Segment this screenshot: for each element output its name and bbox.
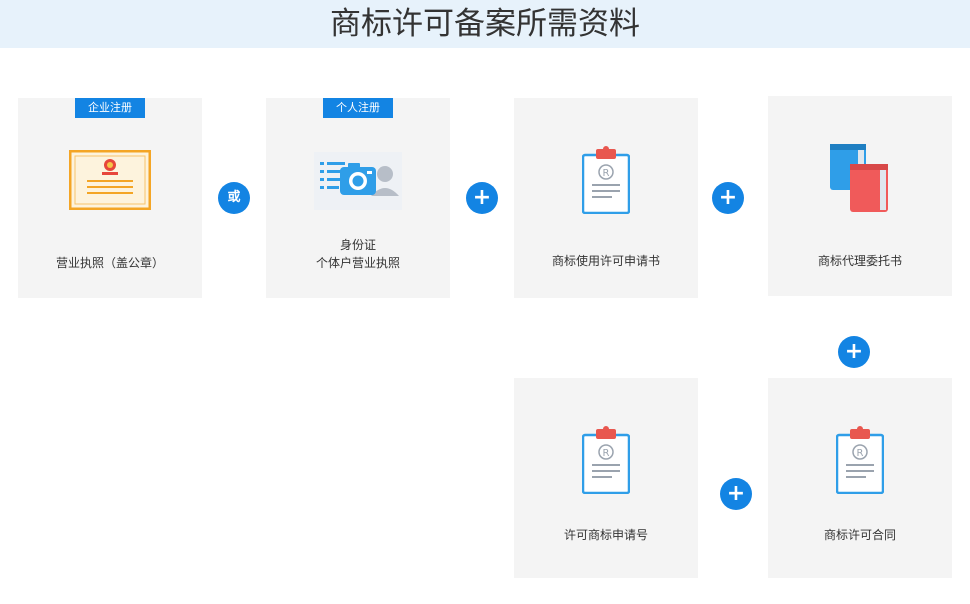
clipboard-icon: R <box>836 426 884 494</box>
label-license-contract: 商标许可合同 <box>823 528 896 542</box>
card-id-card[interactable]: 个人注册 身份证 个体户营业执照 <box>266 98 450 298</box>
books-icon <box>830 144 888 212</box>
plus-connector: + <box>838 336 870 368</box>
card-business-license[interactable]: 企业注册 营业执照（盖公章） <box>18 98 202 298</box>
label-business-license: 营业执照（盖公章） <box>55 256 164 270</box>
svg-text:R: R <box>857 448 864 459</box>
svg-text:R: R <box>603 448 610 459</box>
label-power-of-attorney: 商标代理委托书 <box>817 254 902 268</box>
label-id-card: 身份证 <box>339 238 376 252</box>
svg-text:R: R <box>603 168 610 179</box>
tag-enterprise-registration: 企业注册 <box>75 98 145 118</box>
plus-connector: + <box>720 478 752 510</box>
certificate-icon <box>69 150 151 210</box>
id-camera-icon <box>314 152 402 210</box>
clipboard-icon: R <box>582 426 630 494</box>
label-individual-business-license: 个体户营业执照 <box>315 256 400 270</box>
clipboard-icon: R <box>582 146 630 214</box>
card-power-of-attorney[interactable]: 商标代理委托书 <box>768 96 952 296</box>
plus-connector: + <box>466 182 498 214</box>
header-banner: 商标许可备案所需资料 <box>0 0 970 48</box>
card-license-application[interactable]: R 商标使用许可申请书 <box>514 98 698 298</box>
label-license-application: 商标使用许可申请书 <box>551 254 660 268</box>
plus-connector: + <box>712 182 744 214</box>
tag-personal-registration: 个人注册 <box>323 98 393 118</box>
card-license-number[interactable]: R 许可商标申请号 <box>514 378 698 578</box>
card-license-contract[interactable]: R 商标许可合同 <box>768 378 952 578</box>
page-title: 商标许可备案所需资料 <box>330 6 640 42</box>
label-license-number: 许可商标申请号 <box>563 528 648 542</box>
or-connector: 或 <box>218 182 250 214</box>
